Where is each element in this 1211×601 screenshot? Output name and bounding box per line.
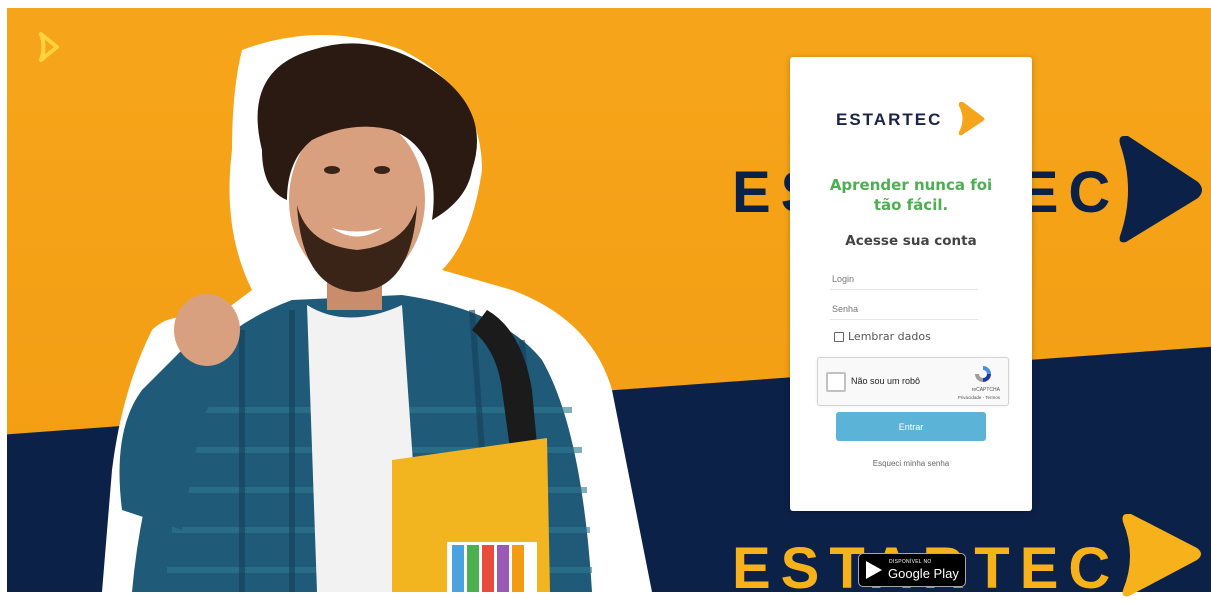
recaptcha-checkbox[interactable] xyxy=(826,372,846,392)
recaptcha-links[interactable]: Privacidade - Termos xyxy=(958,395,1000,400)
student-photo xyxy=(102,35,652,592)
google-play-big-text: Google Play xyxy=(888,566,959,581)
background-arrow-icon-bottom xyxy=(1122,514,1201,597)
logo-arrow-icon xyxy=(958,102,985,136)
estartec-logo: ESTARTEC xyxy=(836,100,986,140)
login-subtitle: Acesse sua conta xyxy=(845,233,977,249)
tagline-line-1: Aprender nunca foi xyxy=(829,176,993,194)
google-play-badge[interactable]: DISPONÍVEL NO Google Play xyxy=(858,553,966,587)
logo-text: ESTARTEC xyxy=(836,110,943,129)
recaptcha-widget: Não sou um robô reCAPTCHA Privacidade - … xyxy=(817,357,1009,406)
recaptcha-label: Não sou um robô xyxy=(851,376,921,386)
remember-me[interactable]: Lembrar dados xyxy=(834,330,931,343)
google-play-icon xyxy=(866,561,882,579)
remember-checkbox[interactable] xyxy=(834,331,844,342)
recaptcha-icon xyxy=(975,366,991,382)
login-card: ESTARTEC Aprender nunca foi tão fácil. A… xyxy=(790,57,1032,511)
login-button[interactable]: Entrar xyxy=(836,412,986,441)
login-input[interactable] xyxy=(830,269,978,290)
recaptcha-brand: reCAPTCHA xyxy=(971,387,1000,393)
brand-arrow-icon xyxy=(39,32,59,62)
google-play-small-text: DISPONÍVEL NO xyxy=(889,559,932,565)
tagline: Aprender nunca foi tão fácil. xyxy=(790,175,1032,215)
tagline-line-2: tão fácil. xyxy=(873,196,949,214)
background-arrow-icon-top xyxy=(1119,136,1202,243)
remember-label: Lembrar dados xyxy=(848,330,931,343)
password-input[interactable] xyxy=(830,299,978,320)
forgot-password-link[interactable]: Esqueci minha senha xyxy=(790,459,1032,468)
